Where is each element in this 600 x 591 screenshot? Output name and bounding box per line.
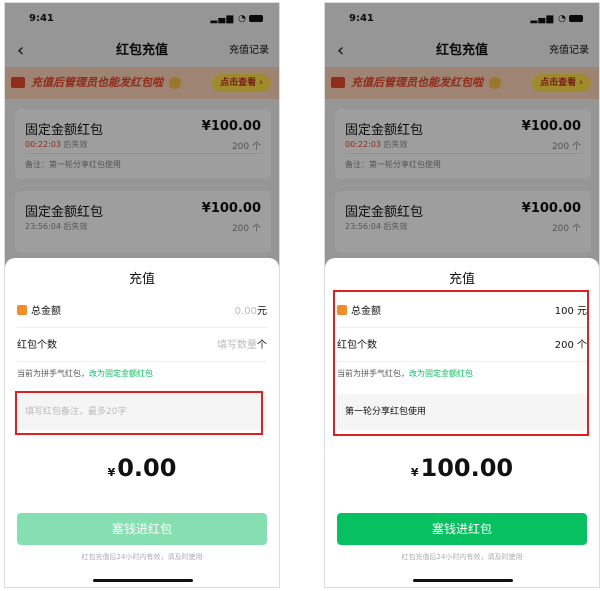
sheet-title: 充值 — [448, 272, 475, 287]
packet-count-unit: 个 — [257, 340, 267, 351]
highlight-box — [333, 290, 589, 436]
sheet-title: 充值 — [128, 272, 155, 287]
total-amount-placeholder: 0.00 — [234, 306, 257, 317]
home-indicator — [93, 579, 193, 582]
currency-symbol: ¥ — [410, 466, 419, 479]
total-display: ¥100.00 — [325, 454, 599, 482]
total-display-value: 100.00 — [420, 454, 514, 482]
packet-count-row[interactable]: 红包个数 填写数量个 — [17, 330, 267, 362]
packet-count-label: 红包个数 — [17, 340, 57, 351]
total-display-value: 0.00 — [117, 454, 177, 482]
hint-text: 当前为拼手气红包， — [17, 369, 89, 378]
currency-symbol: ¥ — [107, 466, 116, 479]
packet-count-placeholder: 填写数量 — [217, 340, 257, 351]
total-amount-label: 总金额 — [17, 296, 61, 328]
fight-icon — [17, 305, 27, 315]
total-amount-unit: 元 — [257, 306, 267, 317]
switch-fixed-amount-link[interactable]: 改为固定金额红包 — [89, 369, 153, 378]
stuff-money-button[interactable]: 塞钱进红包 — [17, 513, 267, 545]
home-indicator — [413, 579, 513, 582]
total-amount-text: 总金额 — [31, 306, 61, 317]
validity-footer: 红包充值后24小时内有效，请及时使用 — [81, 553, 203, 561]
highlight-box — [15, 391, 263, 435]
total-display: ¥0.00 — [5, 454, 279, 482]
total-amount-input[interactable]: 0.00元 — [235, 296, 267, 328]
stuff-money-button[interactable]: 塞钱进红包 — [337, 513, 587, 545]
packet-count-input[interactable]: 填写数量个 — [217, 330, 267, 362]
phone-screen-filled: 9:41 ▂▄▆ ◔ ‹ 红包充值 充值记录 充值后管理员也能发红包啦 点击查看… — [324, 2, 600, 588]
validity-footer: 红包充值后24小时内有效，请及时使用 — [401, 553, 523, 561]
phone-screen-empty: 9:41 ▂▄▆ ◔ ‹ 红包充值 充值记录 充值后管理员也能发红包啦 点击查看… — [4, 2, 280, 588]
packet-type-hint: 当前为拼手气红包，改为固定金额红包 — [17, 368, 153, 379]
total-amount-row[interactable]: 总金额 0.00元 — [17, 296, 267, 328]
